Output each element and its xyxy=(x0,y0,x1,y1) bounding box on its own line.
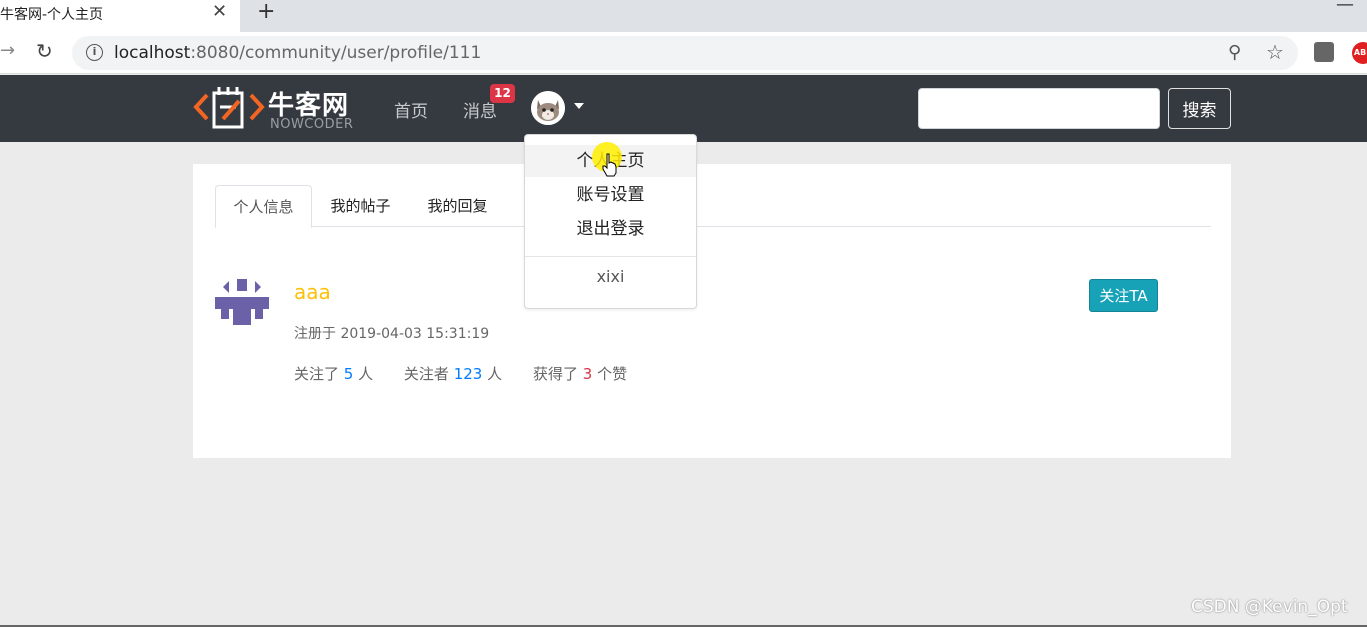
followers-label: 关注者 xyxy=(403,365,449,383)
chevron-down-icon[interactable] xyxy=(574,103,584,109)
profile-card: 个人信息 我的帖子 我的回复 aaa 注册于 2019-04-03 15:31:… xyxy=(193,164,1231,458)
search-button[interactable]: 搜索 xyxy=(1168,88,1231,129)
window-minimize-icon[interactable]: — xyxy=(1336,0,1354,15)
dropdown-username: xixi xyxy=(596,267,625,286)
cat-avatar-icon xyxy=(531,91,565,125)
follow-button[interactable]: 关注TA xyxy=(1089,279,1158,312)
dropdown-divider xyxy=(525,256,696,257)
browser-tab[interactable]: 牛客网-个人主页 ✕ xyxy=(0,0,240,32)
watermark-text: CSDN @Kevin_Opt xyxy=(1191,597,1348,617)
site-navbar: 牛客网 NOWCODER 首页 消息 12 搜索 xyxy=(0,75,1367,142)
profile-stats: 关注了 5 人 关注者 123 人 获得了 3 个赞 xyxy=(294,363,627,384)
logo-subtext: NOWCODER xyxy=(270,117,354,132)
zoom-icon[interactable]: ⚲ xyxy=(1228,42,1241,63)
extension-icon[interactable] xyxy=(1314,42,1334,62)
search-input[interactable] xyxy=(918,88,1160,129)
dropdown-item-logout[interactable]: 退出登录 xyxy=(525,213,696,245)
tab-my-replies[interactable]: 我的回复 xyxy=(409,185,506,227)
address-bar[interactable]: i localhost:8080/community/user/profile/… xyxy=(72,36,1298,70)
hand-cursor-icon xyxy=(602,153,617,177)
url-path: :8080/community/user/profile/111 xyxy=(190,43,482,63)
following-count[interactable]: 5 xyxy=(344,365,354,383)
site-logo[interactable]: 牛客网 NOWCODER xyxy=(193,83,368,133)
user-profile-avatar xyxy=(215,279,269,325)
followers-unit: 人 xyxy=(487,365,503,383)
register-time: 注册于 2019-04-03 15:31:19 xyxy=(294,326,490,342)
forward-icon[interactable]: → xyxy=(0,40,15,61)
tab-close-icon[interactable]: ✕ xyxy=(212,1,227,22)
profile-username[interactable]: aaa xyxy=(294,280,331,304)
likes-count: 3 xyxy=(582,365,593,383)
tab-title: 牛客网-个人主页 xyxy=(0,7,104,23)
followers-count[interactable]: 123 xyxy=(454,365,483,383)
info-icon[interactable]: i xyxy=(86,44,103,61)
url-host: localhost xyxy=(114,43,191,63)
bookmark-star-icon[interactable]: ☆ xyxy=(1266,40,1284,64)
message-count-badge: 12 xyxy=(490,84,515,103)
nav-home-link[interactable]: 首页 xyxy=(394,97,428,122)
likes-unit: 个赞 xyxy=(597,365,628,383)
dropdown-item-settings[interactable]: 账号设置 xyxy=(525,179,696,211)
following-label: 关注了 xyxy=(294,365,340,383)
browser-toolbar: → ↻ i localhost:8080/community/user/prof… xyxy=(0,32,1367,74)
new-tab-icon[interactable]: + xyxy=(257,0,275,24)
tab-my-posts[interactable]: 我的帖子 xyxy=(312,185,409,227)
following-unit: 人 xyxy=(358,365,374,383)
tab-profile-info[interactable]: 个人信息 xyxy=(215,185,312,228)
adblock-icon[interactable]: ABP xyxy=(1352,42,1367,64)
profile-tabs: 个人信息 我的帖子 我的回复 xyxy=(215,185,1211,228)
user-avatar-button[interactable] xyxy=(531,91,565,125)
browser-tab-bar: 牛客网-个人主页 ✕ + — xyxy=(0,0,1367,32)
nowcoder-logo-icon xyxy=(193,87,265,129)
likes-label: 获得了 xyxy=(532,365,578,383)
reload-icon[interactable]: ↻ xyxy=(36,39,53,63)
url-text[interactable]: localhost:8080/community/user/profile/11… xyxy=(114,43,481,63)
